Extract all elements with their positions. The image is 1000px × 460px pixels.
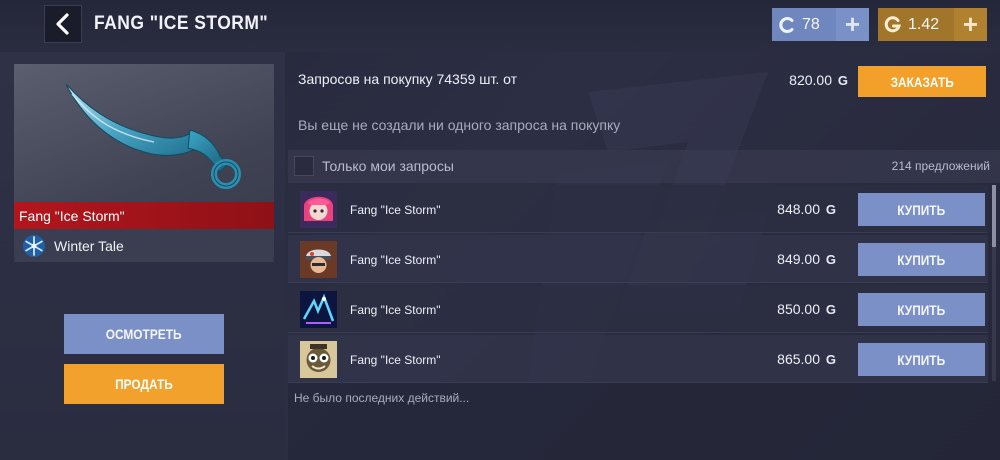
cartoon-mask-avatar-icon <box>300 341 337 378</box>
buy-button-label: КУПИТЬ <box>897 351 946 368</box>
chevron-left-icon <box>56 13 69 35</box>
buy-button[interactable]: КУПИТЬ <box>858 193 985 226</box>
offer-row: Fang "Ice Storm" 849.00 G КУПИТЬ <box>288 235 988 283</box>
sell-button[interactable]: ПРОДАТЬ <box>64 364 224 404</box>
buy-button[interactable]: КУПИТЬ <box>858 243 985 276</box>
buy-button-label: КУПИТЬ <box>897 301 946 318</box>
buy-request-text: Запросов на покупку 74359 шт. от <box>298 71 518 87</box>
market-panel: Запросов на покупку 74359 шт. от 820.00 … <box>288 52 1000 460</box>
buy-request-price: 820.00 G <box>789 72 848 88</box>
snowflake-icon <box>23 234 45 257</box>
inspect-button-label: ОСМОТРЕТЬ <box>106 326 182 342</box>
gold-coin-icon: G <box>825 352 836 367</box>
gold-coin-icon: G <box>837 73 848 88</box>
gold-coin-icon: G <box>825 302 836 317</box>
recent-activity-text: Не было последних действий... <box>294 391 470 405</box>
offer-row: Fang "Ice Storm" 865.00 G КУПИТЬ <box>288 335 988 383</box>
offer-price: 865.00 G <box>777 351 836 367</box>
empty-requests-message: Вы еще не создали ни одного запроса на п… <box>298 117 621 133</box>
filter-row: Только мои запросы 214 предложений <box>288 150 1000 183</box>
silver-currency-balance: 78 + <box>772 8 869 41</box>
silver-coin-icon <box>772 8 802 41</box>
add-gold-button[interactable]: + <box>954 8 987 41</box>
page-title: FANG "ICE STORM" <box>94 13 269 34</box>
buy-request-price-value: 820.00 <box>789 72 832 88</box>
offers-scrollbar[interactable] <box>992 185 996 381</box>
order-button[interactable]: ЗАКАЗАТЬ <box>858 66 986 97</box>
offer-row: Fang "Ice Storm" 848.00 G КУПИТЬ <box>288 185 988 233</box>
gold-coin-icon: G <box>825 202 836 217</box>
item-panel: Fang "Ice Storm" Winter Tale ОСМОТРЕТЬ П… <box>0 52 285 460</box>
collection-row: Winter Tale <box>14 229 274 262</box>
neon-figure-avatar-icon <box>300 291 337 328</box>
karambit-knife-icon <box>65 83 241 189</box>
gold-currency-balance: 1.42 + <box>878 8 987 41</box>
offers-list[interactable]: Fang "Ice Storm" 848.00 G КУПИТЬ Fang "I… <box>288 185 1000 383</box>
sell-button-label: ПРОДАТЬ <box>115 376 173 392</box>
back-button[interactable] <box>44 5 82 43</box>
buy-button[interactable]: КУПИТЬ <box>858 293 985 326</box>
offer-price-value: 849.00 <box>777 251 820 267</box>
offer-price: 848.00 G <box>777 201 836 217</box>
offer-item-name: Fang "Ice Storm" <box>350 253 441 267</box>
recent-activity-panel: Не было последних действий... <box>288 383 1000 460</box>
silver-value: 78 <box>802 15 820 33</box>
buy-request-row: Запросов на покупку 74359 шт. от 820.00 … <box>288 56 1000 100</box>
add-silver-button[interactable]: + <box>836 8 869 41</box>
offer-price-value: 865.00 <box>777 351 820 367</box>
my-requests-label[interactable]: Только мои запросы <box>322 158 454 174</box>
item-card[interactable]: Fang "Ice Storm" Winter Tale <box>14 64 274 262</box>
offer-price-value: 850.00 <box>777 301 820 317</box>
offer-item-name: Fang "Ice Storm" <box>350 203 441 217</box>
collection-name: Winter Tale <box>54 237 124 254</box>
offer-price: 850.00 G <box>777 301 836 317</box>
offer-row: Fang "Ice Storm" 850.00 G КУПИТЬ <box>288 285 988 333</box>
offers-count: 214 предложений <box>891 159 990 173</box>
gold-value: 1.42 <box>908 15 940 33</box>
item-name: Fang "Ice Storm" <box>14 202 274 229</box>
helmet-soldier-avatar-icon <box>300 241 337 278</box>
order-button-label: ЗАКАЗАТЬ <box>890 73 954 90</box>
pink-hair-avatar-icon <box>300 191 337 228</box>
offer-price-value: 848.00 <box>777 201 820 217</box>
buy-button-label: КУПИТЬ <box>897 201 946 218</box>
offer-item-name: Fang "Ice Storm" <box>350 353 441 367</box>
buy-button-label: КУПИТЬ <box>897 251 946 268</box>
offer-item-name: Fang "Ice Storm" <box>350 303 441 317</box>
buy-button[interactable]: КУПИТЬ <box>858 343 985 376</box>
scrollbar-thumb[interactable] <box>992 185 996 247</box>
offer-price: 849.00 G <box>777 251 836 267</box>
top-bar: FANG "ICE STORM" 78 + 1.42 + <box>0 0 1000 52</box>
inspect-button[interactable]: ОСМОТРЕТЬ <box>64 314 224 354</box>
gold-coin-icon <box>878 8 908 41</box>
my-requests-checkbox[interactable] <box>294 156 314 176</box>
gold-coin-icon: G <box>825 252 836 267</box>
